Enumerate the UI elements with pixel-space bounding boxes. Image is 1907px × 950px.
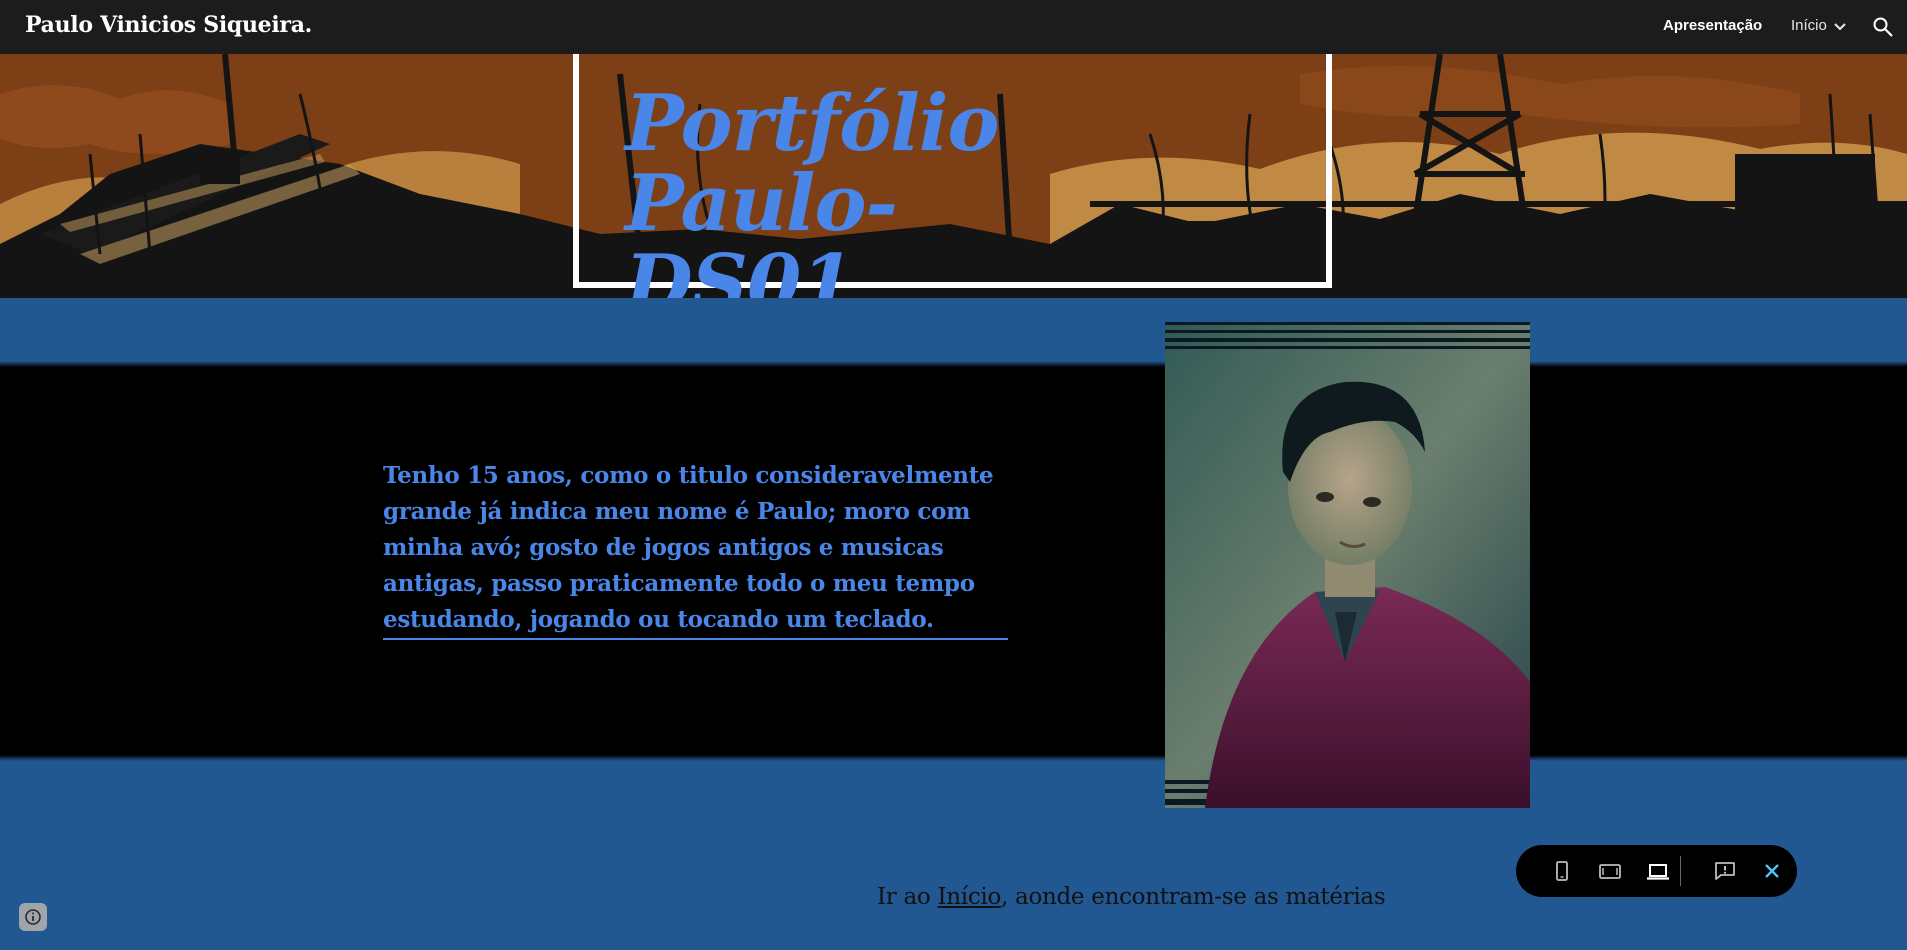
preview-toolbar (1516, 845, 1797, 897)
hero-banner: Portfólio Paulo- DS01 (0, 54, 1907, 298)
goto-suffix: , aonde encontram-se as matérias (1001, 884, 1386, 910)
page-title-line-1: Portfólio Paulo- (625, 78, 1000, 249)
page-title: Portfólio Paulo- DS01 (625, 78, 1265, 299)
site-title[interactable]: Paulo Vinicios Siqueira. (25, 12, 312, 38)
tablet-icon[interactable] (1598, 859, 1622, 883)
phone-icon[interactable] (1550, 859, 1574, 883)
top-nav-bar: Paulo Vinicios Siqueira. Apresentação In… (0, 0, 1907, 54)
toolbar-separator (1680, 856, 1681, 886)
info-icon (25, 909, 41, 925)
nav-item-apresentacao[interactable]: Apresentação (1663, 17, 1762, 34)
about-divider (383, 638, 1008, 640)
nav-item-inicio-label: Início (1791, 17, 1827, 34)
site-info-button[interactable] (19, 903, 47, 931)
profile-photo (1165, 322, 1530, 808)
about-text: Tenho 15 anos, como o titulo considerave… (383, 462, 994, 633)
chevron-down-icon (1834, 22, 1846, 30)
search-icon[interactable] (1871, 15, 1895, 39)
goto-prefix: Ir ao (877, 884, 938, 910)
home-link[interactable]: Início (937, 884, 1001, 910)
page-title-line-2: DS01 (625, 238, 855, 299)
laptop-icon[interactable] (1646, 859, 1670, 883)
nav-item-inicio[interactable]: Início (1791, 17, 1847, 34)
close-icon[interactable] (1760, 859, 1784, 883)
feedback-icon[interactable] (1713, 859, 1737, 883)
goto-home-text: Ir ao Início, aonde encontram-se as maté… (877, 884, 1386, 910)
